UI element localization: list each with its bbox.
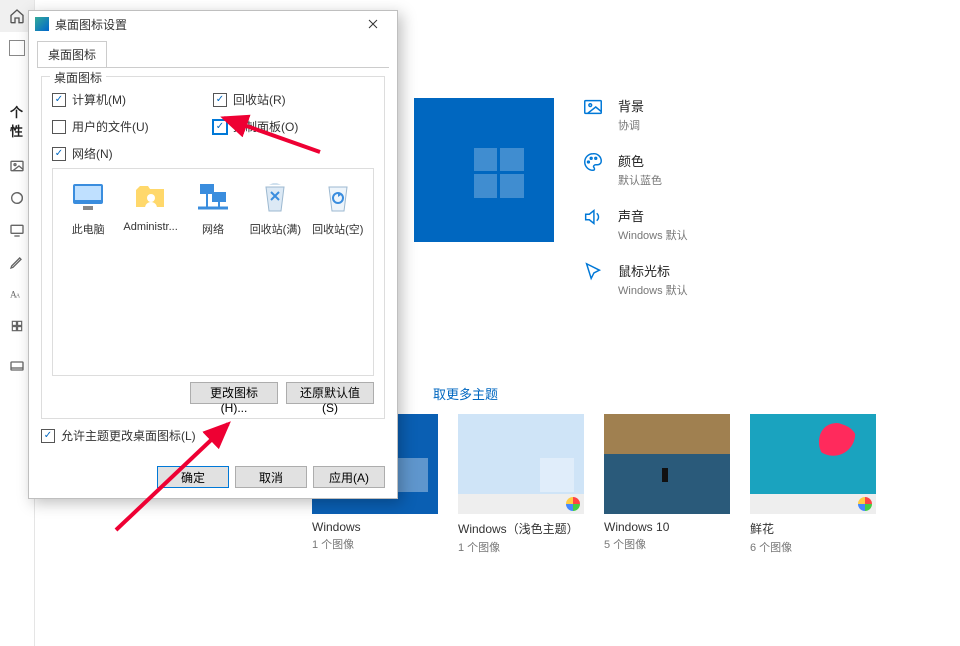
apply-button[interactable]: 应用(A) [313, 466, 385, 488]
theme-thumb [604, 414, 730, 514]
cancel-button[interactable]: 取消 [235, 466, 307, 488]
icon-preview-list[interactable]: 此电脑 Administr... 网络 回收站(满) 回收站(空) [52, 168, 374, 376]
settings-row-sounds[interactable]: 声音 Windows 默认 [582, 206, 688, 243]
theme-preview [414, 98, 554, 242]
windows-logo-glyph [474, 148, 524, 198]
check-label: 回收站(R) [233, 91, 286, 108]
group-desktop-icons: 桌面图标 ✓计算机(M) ✓回收站(R) 用户的文件(U) ✓控制面板(O) ✓… [41, 76, 385, 419]
check-label: 用户的文件(U) [72, 118, 149, 135]
theme-thumb [750, 414, 876, 514]
close-button[interactable] [355, 14, 391, 34]
change-icon-button[interactable]: 更改图标(H)... [190, 382, 278, 404]
icon-item-recycle-empty[interactable]: 回收站(空) [309, 179, 367, 237]
settings-row-colors[interactable]: 颜色默认蓝色 [582, 151, 688, 188]
theme-name: 鲜花 [750, 520, 876, 537]
recycle-full-icon [257, 179, 293, 215]
recycle-empty-icon [320, 179, 356, 215]
check-label: 计算机(M) [72, 91, 126, 108]
search-glyph [9, 40, 25, 56]
icon-label: 回收站(空) [309, 221, 367, 237]
check-recycle-bin[interactable]: ✓回收站(R) [213, 91, 374, 108]
theme-card[interactable]: Windows 10 5 个图像 [604, 414, 730, 555]
cursor-icon [582, 261, 606, 285]
check-label: 允许主题更改桌面图标(L) [61, 427, 196, 444]
icon-item-recycle-full[interactable]: 回收站(满) [246, 179, 304, 237]
palette-icon [582, 151, 606, 175]
row-sub: 协调 [618, 117, 644, 133]
theme-count: 1 个图像 [458, 539, 584, 555]
check-computer[interactable]: ✓计算机(M) [52, 91, 213, 108]
picture-icon [582, 96, 606, 120]
icon-label: 回收站(满) [246, 221, 304, 237]
dialog-body: 桌面图标 ✓计算机(M) ✓回收站(R) 用户的文件(U) ✓控制面板(O) ✓… [37, 67, 389, 456]
dialog-icon [35, 17, 49, 31]
settings-row-background[interactable]: 背景协调 [582, 96, 688, 133]
icon-item-this-pc[interactable]: 此电脑 [59, 179, 117, 237]
settings-row-cursor[interactable]: 鼠标光标 Windows 默认 [582, 261, 688, 298]
more-themes-link[interactable]: 取更多主题 [433, 384, 498, 403]
group-title: 桌面图标 [50, 69, 106, 86]
icon-item-network[interactable]: 网络 [184, 179, 242, 237]
ok-button[interactable]: 确定 [157, 466, 229, 488]
desktop-icon-settings-dialog: 桌面图标设置 桌面图标 桌面图标 ✓计算机(M) ✓回收站(R) 用户的文件(U… [28, 10, 398, 499]
theme-count: 1 个图像 [312, 536, 438, 552]
color-dot-icon [858, 497, 872, 511]
user-folder-icon [133, 179, 169, 215]
check-network[interactable]: ✓网络(N) [52, 145, 213, 162]
row-title: 鼠标光标 [618, 261, 688, 280]
theme-card[interactable]: 鲜花 6 个图像 [750, 414, 876, 555]
check-allow-themes[interactable]: ✓允许主题更改桌面图标(L) [41, 427, 385, 444]
theme-thumb [458, 414, 584, 514]
icon-label: Administr... [122, 221, 180, 233]
color-dot-icon [566, 497, 580, 511]
check-label: 网络(N) [72, 145, 113, 162]
svg-text:A: A [16, 294, 21, 300]
row-sub: 默认蓝色 [618, 172, 662, 188]
check-user-files[interactable]: 用户的文件(U) [52, 118, 213, 135]
theme-count: 5 个图像 [604, 536, 730, 552]
row-title: 背景 [618, 96, 644, 115]
settings-list: 背景协调 颜色默认蓝色 声音 Windows 默认 鼠标光标 Windows 默认 [582, 96, 688, 316]
theme-card[interactable]: Windows（浅色主题） 1 个图像 [458, 414, 584, 555]
row-title: 声音 [618, 206, 688, 225]
tab-desktop-icons[interactable]: 桌面图标 [37, 41, 107, 67]
dialog-tabstrip: 桌面图标 [29, 37, 397, 67]
theme-name: Windows（浅色主题） [458, 520, 584, 537]
this-pc-icon [70, 179, 106, 215]
theme-name: Windows 10 [604, 520, 730, 534]
theme-count: 6 个图像 [750, 539, 876, 555]
restore-defaults-button[interactable]: 还原默认值(S) [286, 382, 374, 404]
row-sub: Windows 默认 [618, 227, 688, 243]
row-sub: Windows 默认 [618, 282, 688, 298]
check-control-panel[interactable]: ✓控制面板(O) [213, 118, 374, 135]
icon-label: 网络 [184, 221, 242, 237]
theme-name: Windows [312, 520, 438, 534]
check-label: 控制面板(O) [233, 118, 298, 135]
icon-label: 此电脑 [59, 221, 117, 237]
dialog-footer: 确定 取消 应用(A) [29, 456, 397, 498]
network-icon [195, 179, 231, 215]
dialog-title-text: 桌面图标设置 [55, 16, 127, 33]
dialog-titlebar[interactable]: 桌面图标设置 [29, 11, 397, 37]
close-icon [368, 19, 378, 29]
speaker-icon [582, 206, 606, 230]
icon-item-user[interactable]: Administr... [122, 179, 180, 233]
row-title: 颜色 [618, 151, 662, 170]
